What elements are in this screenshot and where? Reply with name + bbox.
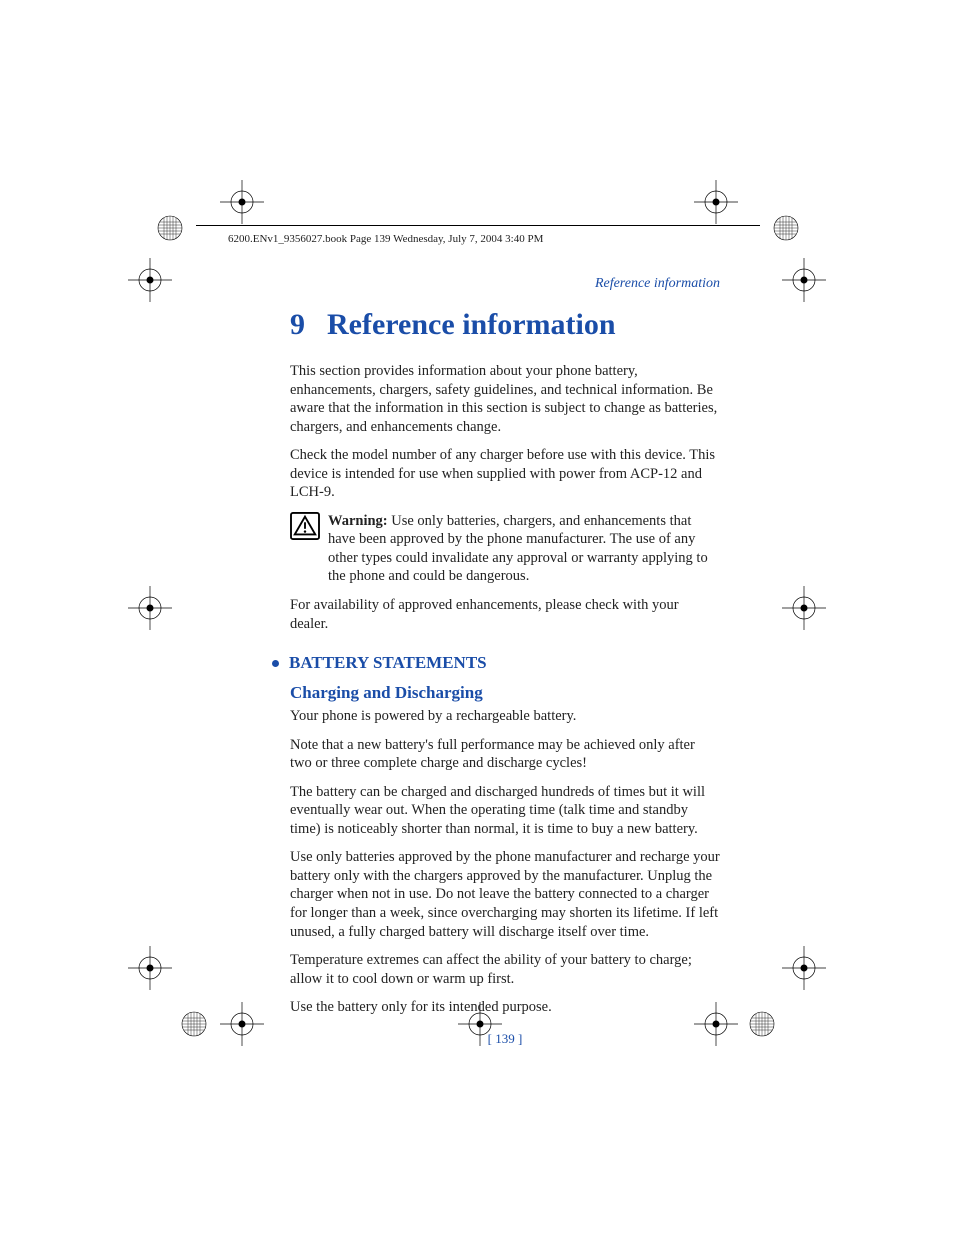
warning-block: Warning: Use only batteries, chargers, a… (290, 512, 720, 586)
charging-p4: Use only batteries approved by the phone… (290, 848, 720, 941)
crop-mark-top-left-inner (220, 180, 264, 224)
warning-label: Warning: (328, 513, 388, 529)
charging-p6: Use the battery only for its intended pu… (290, 998, 720, 1017)
crop-mark-top-right-inner (694, 180, 738, 224)
page-number: [ 139 ] (290, 1031, 720, 1047)
intro-paragraph-2: Check the model number of any charger be… (290, 446, 720, 502)
crop-mark-top-right (782, 258, 826, 302)
charging-p5: Temperature extremes can affect the abil… (290, 951, 720, 988)
rosette-top-left (156, 214, 184, 242)
subsection-charging: Charging and Discharging (290, 683, 720, 703)
chapter-title-text: Reference information (327, 308, 616, 341)
section-battery-statements: BATTERY STATEMENTS (272, 653, 720, 673)
printer-line-top (196, 225, 760, 226)
warning-text: Warning: Use only batteries, chargers, a… (328, 512, 720, 586)
running-head: Reference information (290, 276, 720, 292)
rosette-bot-left (180, 1010, 208, 1038)
crop-mark-top-left (128, 258, 172, 302)
crop-mark-bot-left-inner (220, 1002, 264, 1046)
charging-p3: The battery can be charged and discharge… (290, 783, 720, 839)
crop-mark-mid-left (128, 586, 172, 630)
charging-p2: Note that a new battery's full performan… (290, 736, 720, 773)
intro-paragraph-3: For availability of approved enhancement… (290, 596, 720, 633)
rosette-bot-right (748, 1010, 776, 1038)
bullet-icon (272, 660, 279, 667)
crop-mark-bot-right (782, 946, 826, 990)
intro-paragraph-1: This section provides information about … (290, 362, 720, 436)
chapter-title: 9 Reference information (290, 308, 720, 342)
charging-p1: Your phone is powered by a rechargeable … (290, 707, 720, 726)
chapter-number: 9 (290, 308, 305, 341)
page-content: Reference information 9 Reference informa… (290, 228, 720, 1047)
section-title-text: BATTERY STATEMENTS (289, 653, 487, 673)
crop-mark-bot-left (128, 946, 172, 990)
crop-mark-mid-right (782, 586, 826, 630)
warning-icon (290, 512, 320, 540)
rosette-top-right (772, 214, 800, 242)
